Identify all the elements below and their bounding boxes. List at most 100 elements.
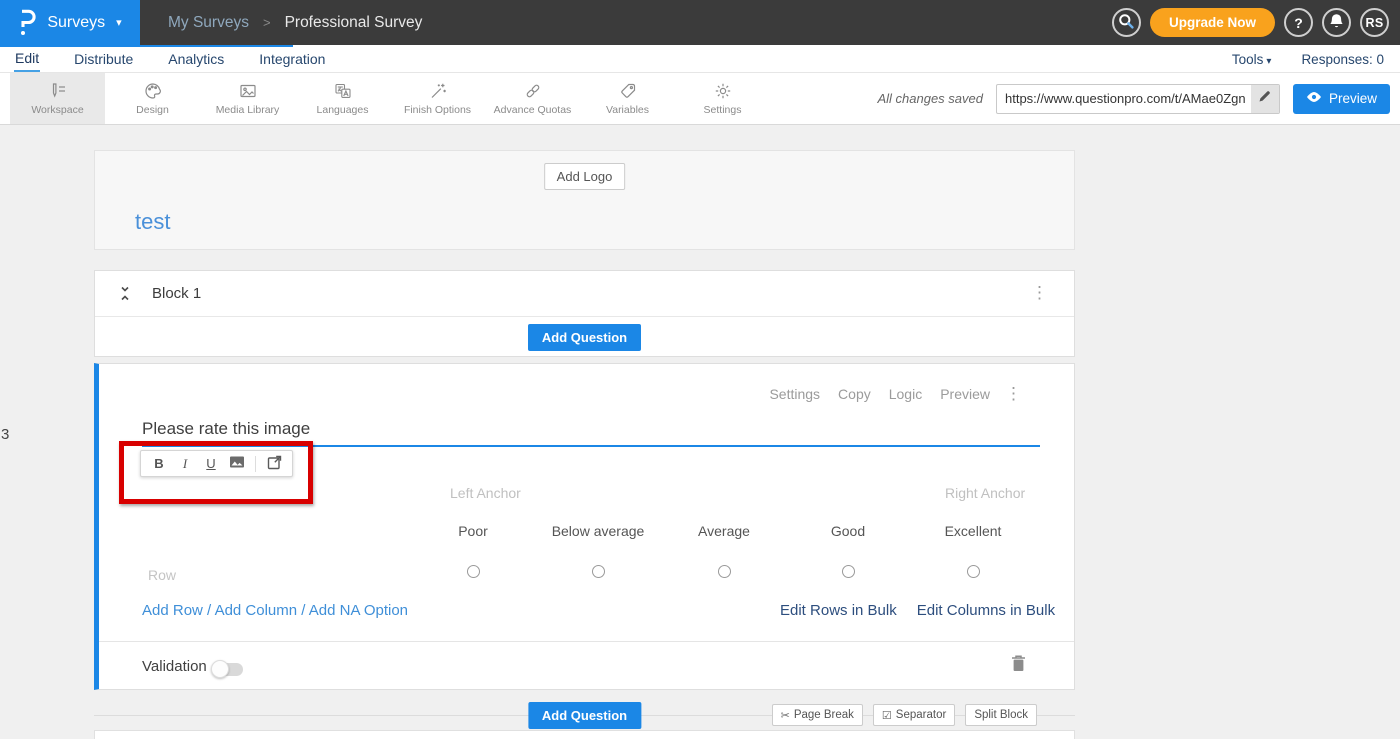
questionpro-logo-icon [18, 9, 38, 36]
radio-cell [898, 565, 1048, 583]
validation-label: Validation [142, 658, 207, 675]
toolbar-item-advance-quotas[interactable]: Advance Quotas [485, 73, 580, 124]
toolbar-item-finish-options[interactable]: Finish Options [390, 73, 485, 124]
italic-button[interactable]: I [174, 453, 196, 474]
tab-analytics[interactable]: Analytics [167, 47, 225, 71]
question-action-menu: Settings Copy Logic Preview [769, 386, 990, 402]
logo-accent-line [0, 45, 293, 47]
edit-columns-bulk-link[interactable]: Edit Columns in Bulk [917, 602, 1055, 619]
add-logo-button[interactable]: Add Logo [544, 163, 626, 190]
survey-url-value[interactable]: https://www.questionpro.com/t/AMae0Zgn [997, 91, 1251, 106]
toolbar-item-label: Finish Options [404, 104, 471, 116]
tab-integration[interactable]: Integration [258, 47, 326, 71]
open-link-button[interactable] [263, 453, 285, 474]
bold-button[interactable]: B [148, 453, 170, 474]
question-title-input[interactable]: Please rate this image [142, 419, 310, 439]
top-app-bar: Surveys ▾ My Surveys > Professional Surv… [0, 0, 1400, 45]
breadcrumb-my-surveys[interactable]: My Surveys [168, 14, 249, 32]
question-logic-link[interactable]: Logic [889, 386, 922, 402]
toolbar-item-media-library[interactable]: Media Library [200, 73, 295, 124]
bulk-edit-links: Edit Rows in Bulk Edit Columns in Bulk [780, 602, 1055, 619]
chain-links-icon [523, 81, 543, 101]
link-separator: / [301, 602, 305, 619]
add-question-button[interactable]: Add Question [528, 702, 641, 729]
translate-icon [333, 81, 353, 101]
question-settings-link[interactable]: Settings [769, 386, 820, 402]
help-icon: ? [1294, 15, 1303, 31]
radio-button[interactable] [967, 565, 980, 578]
footer-actions-row: Add Question ✂ Page Break ☑ Separator Sp… [94, 702, 1075, 728]
block-menu-icon[interactable]: ⋮ [1031, 284, 1048, 301]
breadcrumb-current-survey: Professional Survey [285, 14, 423, 32]
add-question-button[interactable]: Add Question [528, 324, 641, 351]
question-menu-icon[interactable]: ⋮ [1005, 385, 1022, 402]
validation-divider [99, 641, 1074, 642]
radio-button[interactable] [592, 565, 605, 578]
upgrade-now-button[interactable]: Upgrade Now [1150, 8, 1275, 37]
page-break-button[interactable]: ✂ Page Break [772, 704, 863, 726]
radio-button[interactable] [718, 565, 731, 578]
topbar-actions: Upgrade Now ? RS [1112, 0, 1389, 45]
survey-header-card: Add Logo test [94, 150, 1075, 250]
app-logo-block[interactable]: Surveys ▾ [0, 0, 140, 45]
block-add-question-row: Add Question [95, 317, 1074, 357]
toggle-knob [211, 660, 229, 678]
toolbar-item-label: Settings [704, 104, 742, 116]
add-row-link[interactable]: Add Row [142, 602, 203, 619]
right-anchor-placeholder[interactable]: Right Anchor [945, 485, 1025, 501]
search-button[interactable] [1112, 8, 1141, 37]
chevron-down-icon: ▾ [1266, 56, 1271, 67]
avatar[interactable]: RS [1360, 8, 1389, 37]
collapse-block-icon[interactable] [118, 286, 132, 306]
toolbar-item-variables[interactable]: Variables [580, 73, 675, 124]
palette-icon [143, 81, 163, 101]
split-block-button[interactable]: Split Block [965, 704, 1037, 726]
question-copy-link[interactable]: Copy [838, 386, 871, 402]
edit-rows-bulk-link[interactable]: Edit Rows in Bulk [780, 602, 897, 619]
workspace-icon [48, 81, 68, 101]
toolbar-item-label: Media Library [216, 104, 280, 116]
magic-wand-icon [428, 81, 448, 101]
separator-button[interactable]: ☑ Separator [873, 704, 955, 726]
add-column-link[interactable]: Add Column [215, 602, 298, 619]
delete-question-button[interactable] [1011, 654, 1026, 677]
notifications-button[interactable] [1322, 8, 1351, 37]
preview-button[interactable]: Preview [1293, 84, 1390, 114]
row-label-placeholder[interactable]: Row [148, 567, 176, 583]
image-icon [238, 81, 258, 101]
bell-icon [1329, 13, 1344, 33]
block-title[interactable]: Block 1 [152, 285, 201, 302]
validation-toggle[interactable] [213, 663, 243, 676]
toolbar-item-label: Workspace [31, 104, 83, 116]
toolbar-item-languages[interactable]: Languages [295, 73, 390, 124]
tools-dropdown[interactable]: Tools▾ [1232, 52, 1272, 67]
toolbar-item-settings[interactable]: Settings [675, 73, 770, 124]
question-card: Settings Copy Logic Preview ⋮ Please rat… [94, 363, 1075, 690]
image-icon [229, 455, 245, 472]
toolbar-items: Workspace Design Media Library [10, 73, 770, 124]
link-separator: / [207, 602, 211, 619]
eye-icon [1306, 91, 1322, 106]
toolbar-item-design[interactable]: Design [105, 73, 200, 124]
underline-button[interactable]: U [200, 453, 222, 474]
responses-count[interactable]: Responses: 0 [1301, 52, 1384, 67]
block-card: Block 1 ⋮ Add Question [94, 270, 1075, 357]
add-na-option-link[interactable]: Add NA Option [309, 602, 408, 619]
question-preview-link[interactable]: Preview [940, 386, 990, 402]
radio-button[interactable] [842, 565, 855, 578]
tab-edit[interactable]: Edit [14, 46, 40, 72]
survey-url-field[interactable]: https://www.questionpro.com/t/AMae0Zgn [996, 84, 1280, 114]
radio-button[interactable] [467, 565, 480, 578]
row-column-links: Add Row / Add Column / Add NA Option [142, 602, 408, 619]
left-anchor-placeholder[interactable]: Left Anchor [450, 485, 521, 501]
separator-label: Separator [896, 709, 947, 721]
tag-icon [618, 81, 638, 101]
edit-url-button[interactable] [1251, 85, 1279, 113]
pencil-icon [1258, 90, 1271, 108]
tab-distribute[interactable]: Distribute [73, 47, 134, 71]
column-header[interactable]: Excellent [898, 523, 1048, 539]
insert-image-button[interactable] [226, 453, 248, 474]
toolbar-item-workspace[interactable]: Workspace [10, 73, 105, 124]
survey-title-text[interactable]: test [135, 209, 170, 235]
help-button[interactable]: ? [1284, 8, 1313, 37]
